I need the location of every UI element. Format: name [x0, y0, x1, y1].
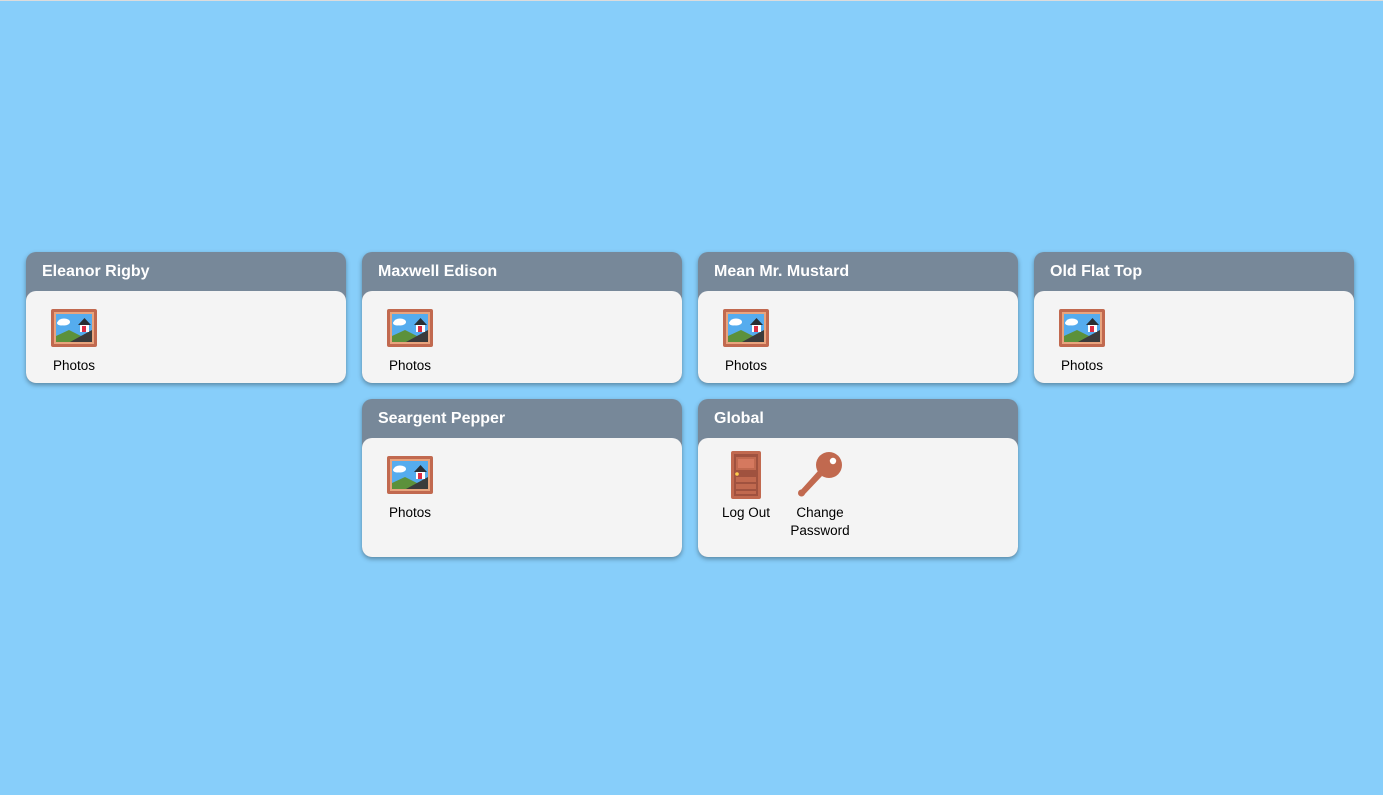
photo-frame-icon	[1057, 303, 1107, 353]
app-label: Log Out	[721, 505, 771, 520]
group-card-eleanor-rigby: Eleanor Rigby Photos	[26, 252, 346, 383]
door-icon	[721, 450, 771, 500]
group-card-maxwell-edison: Maxwell Edison Photos	[362, 252, 682, 383]
group-title: Maxwell Edison	[378, 263, 498, 280]
group-title: Eleanor Rigby	[42, 263, 150, 280]
group-card-mean-mr-mustard: Mean Mr. Mustard Photos	[698, 252, 1018, 383]
group-apps: Photos	[362, 438, 682, 557]
group-card-seargent-pepper: Seargent Pepper Photos	[362, 399, 682, 557]
group-apps: Log Out Change Password	[698, 438, 1018, 557]
group-title: Mean Mr. Mustard	[714, 263, 850, 280]
app-label: Photos	[1060, 358, 1104, 373]
change-password-button[interactable]: Change Password	[786, 450, 854, 549]
group-title: Global	[714, 410, 764, 427]
photo-frame-icon	[49, 303, 99, 353]
photo-frame-icon	[385, 303, 435, 353]
photo-frame-icon	[385, 450, 435, 500]
group-title: Old Flat Top	[1050, 263, 1143, 280]
group-apps: Photos	[698, 291, 1018, 383]
app-label: Change Password	[790, 505, 850, 538]
group-apps: Photos	[362, 291, 682, 383]
app-label: Photos	[388, 358, 432, 373]
group-apps: Photos	[1034, 291, 1354, 383]
photos-app-button[interactable]: Photos	[1052, 303, 1112, 375]
group-card-old-flat-top: Old Flat Top Photos	[1034, 252, 1354, 383]
group-card-global: Global Log Out Change Password	[698, 399, 1018, 557]
group-title: Seargent Pepper	[378, 410, 506, 427]
app-label: Photos	[388, 505, 432, 520]
app-label: Photos	[724, 358, 768, 373]
photos-app-button[interactable]: Photos	[44, 303, 104, 375]
group-apps: Photos	[26, 291, 346, 383]
app-label: Photos	[52, 358, 96, 373]
key-icon	[795, 450, 845, 500]
photos-app-button[interactable]: Photos	[716, 303, 776, 375]
photo-frame-icon	[721, 303, 771, 353]
groups-grid: Eleanor Rigby Photos Maxwell Edison Phot…	[26, 252, 1354, 557]
photos-app-button[interactable]: Photos	[380, 450, 440, 549]
top-border	[0, 0, 1383, 1]
photos-app-button[interactable]: Photos	[380, 303, 440, 375]
log-out-button[interactable]: Log Out	[716, 450, 776, 549]
